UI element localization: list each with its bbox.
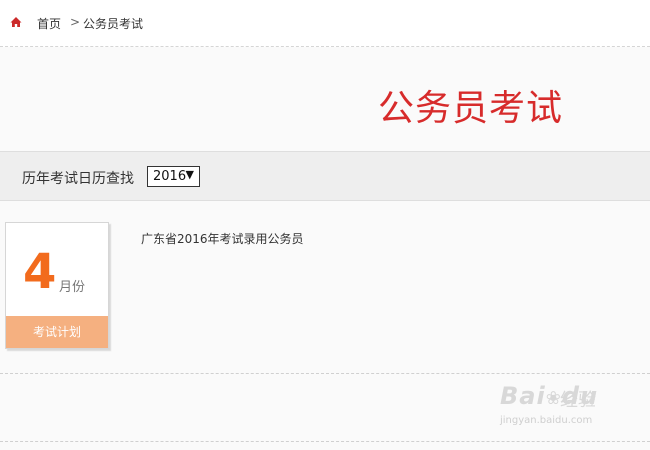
exam-plan-label[interactable]: 考试计划 (6, 316, 108, 348)
exam-entry-link[interactable]: 广东省2016年考试录用公务员 (141, 230, 304, 247)
breadcrumb-home-link[interactable]: 首页 (37, 15, 61, 32)
watermark-url: jingyan.baidu.com (500, 415, 593, 426)
breadcrumb-separator: > (70, 15, 81, 29)
section-divider (0, 373, 650, 374)
year-filter-bar: 历年考试日历查找 2016 ▼ (0, 151, 650, 201)
month-unit: 月份 (59, 280, 86, 295)
month-card[interactable]: 4 月份 考试计划 (5, 222, 109, 349)
breadcrumb: 首页 > 公务员考试 (0, 0, 650, 47)
month-number: 4 (23, 244, 57, 300)
year-select[interactable]: 2016 ▼ (147, 166, 200, 187)
page-title: 公务员考试 (378, 88, 564, 129)
baidu-jingyan-watermark: Bai❀du 经验 jingyan.baidu.com (500, 382, 640, 432)
home-icon[interactable] (10, 16, 22, 28)
triangle-down-icon: ▼ (185, 168, 194, 181)
watermark-product: 经验 (560, 390, 596, 411)
section-divider (0, 441, 650, 442)
year-filter-label: 历年考试日历查找 (22, 171, 134, 187)
year-select-value: 2016 (153, 169, 187, 184)
breadcrumb-current-link[interactable]: 公务员考试 (83, 15, 143, 32)
